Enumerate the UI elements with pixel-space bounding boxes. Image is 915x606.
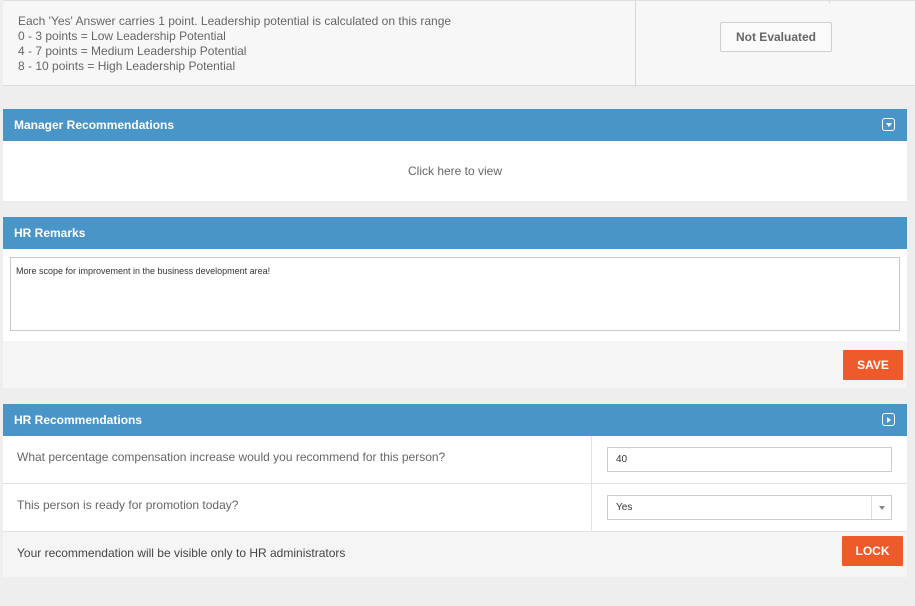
- compensation-question-row: What percentage compensation increase wo…: [3, 436, 907, 484]
- row-divider: [591, 484, 592, 531]
- view-manager-recommendations-link[interactable]: Click here to view: [3, 141, 907, 201]
- hr-remarks-header: HR Remarks: [3, 217, 907, 249]
- visibility-note: Your recommendation will be visible only…: [17, 546, 346, 560]
- hr-remarks-footer: SAVE: [3, 341, 907, 388]
- not-evaluated-button[interactable]: Not Evaluated: [720, 22, 832, 52]
- scoring-range-high: 8 - 10 points = High Leadership Potentia…: [18, 59, 236, 73]
- score-column-divider: [635, 1, 636, 87]
- scoring-rule-text: Each 'Yes' Answer carries 1 point. Leade…: [18, 14, 452, 28]
- compensation-percentage-input[interactable]: [607, 447, 892, 472]
- hr-recommendations-footer: Your recommendation will be visible only…: [3, 532, 907, 577]
- compensation-question-label: What percentage compensation increase wo…: [17, 450, 446, 464]
- promotion-ready-selected-value: Yes: [616, 502, 633, 513]
- promotion-question-label: This person is ready for promotion today…: [17, 498, 239, 512]
- chevron-down-box-icon[interactable]: [882, 118, 895, 131]
- lock-button[interactable]: LOCK: [842, 536, 903, 566]
- row-divider: [591, 436, 592, 483]
- promotion-question-row: This person is ready for promotion today…: [3, 484, 907, 532]
- hr-remarks-textarea[interactable]: More scope for improvement in the busine…: [10, 257, 900, 331]
- hr-remarks-title: HR Remarks: [14, 226, 86, 240]
- hr-recommendations-title: HR Recommendations: [14, 413, 143, 427]
- hr-remarks-body: More scope for improvement in the busine…: [3, 249, 907, 341]
- leadership-score-section: Each 'Yes' Answer carries 1 point. Leade…: [3, 0, 915, 87]
- hr-recommendations-panel: HR Recommendations What percentage compe…: [3, 404, 907, 577]
- save-button[interactable]: SAVE: [843, 350, 903, 380]
- score-column-divider-right: [829, 1, 830, 3]
- manager-recommendations-panel: Manager Recommendations Click here to vi…: [3, 109, 907, 201]
- hr-remarks-panel: HR Remarks More scope for improvement in…: [3, 217, 907, 388]
- promotion-ready-select[interactable]: Yes: [607, 495, 892, 520]
- manager-recommendations-header[interactable]: Manager Recommendations: [3, 109, 907, 141]
- dropdown-arrow-icon[interactable]: [871, 496, 891, 519]
- leadership-scoring-info: Each 'Yes' Answer carries 1 point. Leade…: [18, 14, 451, 74]
- manager-recommendations-title: Manager Recommendations: [14, 118, 175, 132]
- chevron-right-box-icon[interactable]: [882, 413, 895, 426]
- hr-recommendations-header[interactable]: HR Recommendations: [3, 404, 907, 436]
- scoring-range-medium: 4 - 7 points = Medium Leadership Potenti…: [18, 44, 247, 58]
- scoring-range-low: 0 - 3 points = Low Leadership Potential: [18, 29, 226, 43]
